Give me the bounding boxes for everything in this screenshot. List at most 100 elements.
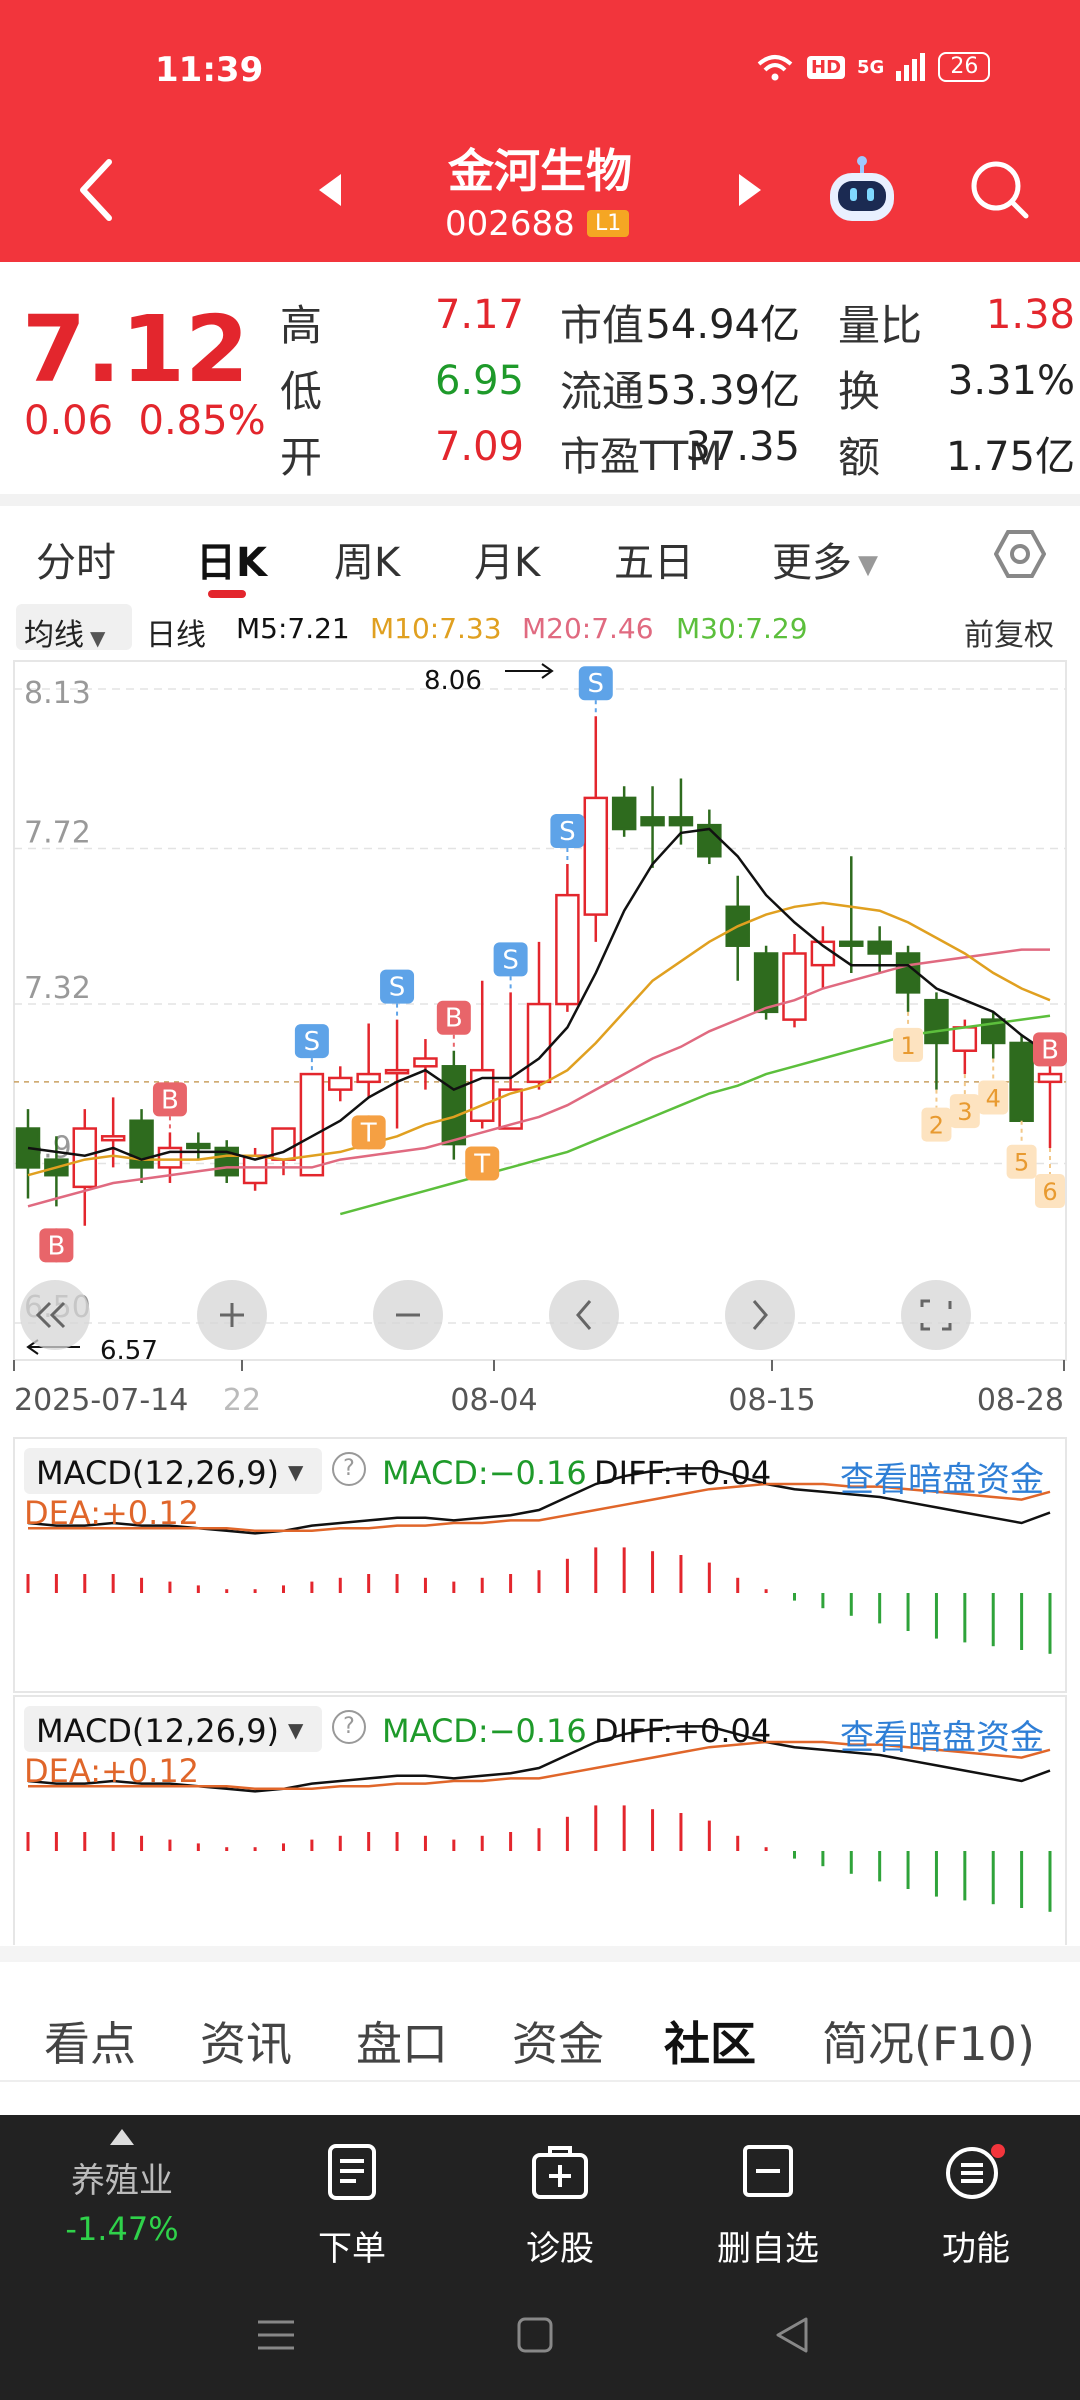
- signal-marker-b: B: [39, 1228, 74, 1263]
- tab-kandian[interactable]: 看点: [44, 2008, 136, 2074]
- tab-more-label: 更多: [772, 540, 852, 586]
- candle-body: [952, 1026, 978, 1052]
- candle-body: [555, 893, 580, 1006]
- quote-label: 换: [838, 367, 881, 416]
- quote-value: 1.75亿: [945, 434, 1075, 480]
- diagnose-kit-icon: [532, 2146, 588, 2199]
- zoom-out-button[interactable]: [373, 1280, 443, 1350]
- wifi-icon: [757, 55, 793, 81]
- search-icon: [971, 161, 1029, 219]
- control-circle: [901, 1280, 971, 1350]
- macd-title: MACD(12,26,9): [36, 1712, 280, 1750]
- marker-label: B: [47, 1231, 65, 1261]
- candle-body: [611, 796, 637, 831]
- ma-select[interactable]: 均线 ▼: [16, 604, 132, 653]
- candle-body: [583, 796, 609, 916]
- tab-f10[interactable]: 简况(F10): [822, 2008, 1035, 2074]
- app-header: 11:39 HD 5G 26 金河生物 002688 L1: [0, 0, 1080, 262]
- y-tick-label: 7.72: [24, 815, 91, 850]
- tab-zixun[interactable]: 资讯: [200, 2008, 292, 2074]
- dark-pool-link[interactable]: 查看暗盘资金: [840, 1452, 1044, 1501]
- y-tick-label: 7.32: [24, 971, 91, 1006]
- order-button[interactable]: 下单: [252, 2141, 452, 2270]
- robot-icon: [830, 156, 894, 221]
- hexagon-settings-icon: [994, 530, 1046, 578]
- marker-label: B: [445, 1004, 463, 1034]
- tab-fenshi[interactable]: 分时: [36, 530, 116, 588]
- sector-indicator[interactable]: 养殖业 -1.47%: [22, 2115, 222, 2248]
- current-price: 7.12: [22, 296, 249, 403]
- candle-body: [100, 1135, 126, 1142]
- status-time: 11:39: [155, 50, 264, 90]
- help-icon[interactable]: ?: [332, 1710, 366, 1744]
- dark-pool-link[interactable]: 查看暗盘资金: [840, 1710, 1044, 1759]
- signal-marker-s: S: [550, 814, 585, 865]
- signal-marker-s: S: [578, 666, 613, 717]
- info-tabs: 看点 资讯 盘口 资金 社区 简况(F10): [0, 1946, 1080, 2092]
- control-circle: [549, 1280, 619, 1350]
- step-left-button[interactable]: [549, 1280, 619, 1350]
- signal-label: 5G: [857, 56, 885, 78]
- remove-watchlist-button[interactable]: 删自选: [668, 2141, 868, 2270]
- change-percent: 0.85%: [138, 398, 266, 444]
- caret-down-icon: ▼: [288, 1718, 304, 1742]
- tab-more[interactable]: 更多 ▼: [772, 530, 878, 588]
- signal-icon: [896, 53, 926, 81]
- signal-marker-b: B: [1033, 1032, 1067, 1067]
- tab-zijin[interactable]: 资金: [512, 2008, 604, 2074]
- ma30-value: M30:7.29: [676, 612, 808, 645]
- order-label: 下单: [318, 2229, 386, 2269]
- search-button[interactable]: [960, 150, 1040, 230]
- ma-select-label: 均线: [24, 618, 84, 653]
- next-stock-button[interactable]: [730, 165, 770, 215]
- candle-body: [413, 1057, 438, 1068]
- hamburger-icon: [258, 2320, 294, 2350]
- step-right-button[interactable]: [725, 1280, 795, 1350]
- candle-body: [640, 816, 665, 827]
- zoom-in-button[interactable]: [197, 1280, 267, 1350]
- candle-body: [328, 1076, 353, 1091]
- quote-value: 6.95: [434, 358, 524, 404]
- tab-five-day[interactable]: 五日: [614, 530, 694, 588]
- tab-shequ[interactable]: 社区: [664, 2008, 756, 2074]
- x-tick-label: 22: [223, 1383, 261, 1418]
- signal-marker-b: B: [152, 1082, 187, 1133]
- adjust-mode[interactable]: 前复权: [964, 610, 1054, 654]
- system-home-button[interactable]: [505, 2305, 565, 2365]
- marker-label: S: [588, 669, 605, 699]
- triangle-up-icon: [110, 2129, 134, 2145]
- tab-month-k[interactable]: 月K: [474, 530, 540, 588]
- quote-value: 7.17: [434, 292, 524, 338]
- marker-label: T: [360, 1118, 377, 1148]
- control-circle: [725, 1280, 795, 1350]
- tab-week-k[interactable]: 周K: [334, 530, 400, 588]
- scroll-left-fast-button[interactable]: [20, 1280, 90, 1350]
- number-label: 3: [957, 1098, 972, 1126]
- quote-value: 37.35: [685, 424, 800, 470]
- macd-title: MACD(12,26,9): [36, 1454, 280, 1492]
- chart-settings-button[interactable]: [990, 524, 1050, 584]
- candle-body: [384, 1068, 410, 1075]
- high-label: 8.06: [424, 666, 482, 696]
- system-menu-button[interactable]: [246, 2305, 306, 2365]
- robot-assistant-button[interactable]: [822, 150, 902, 230]
- divider: [0, 2080, 1080, 2115]
- candle-body: [782, 952, 807, 1021]
- diff-value: DIFF:+0.04: [594, 1712, 772, 1750]
- sector-change: -1.47%: [65, 2210, 179, 2248]
- help-icon[interactable]: ?: [332, 1452, 366, 1486]
- caret-down-icon: ▼: [858, 550, 878, 580]
- diagnose-button[interactable]: 诊股: [460, 2141, 660, 2270]
- tab-pankou[interactable]: 盘口: [356, 2008, 448, 2074]
- square-home-icon: [517, 2317, 553, 2353]
- candle-body: [668, 816, 694, 827]
- quote-label: 高: [280, 301, 323, 350]
- quote-value: 3.31%: [947, 358, 1075, 404]
- tab-day-k[interactable]: 日K: [196, 530, 267, 588]
- function-button[interactable]: 功能: [876, 2141, 1076, 2270]
- system-back-button[interactable]: [762, 2305, 822, 2365]
- fullscreen-button[interactable]: [901, 1280, 971, 1350]
- y-tick-label: 8.13: [24, 676, 91, 711]
- sector-name: 养殖业: [71, 2161, 173, 2201]
- caret-down-icon: ▼: [288, 1460, 304, 1484]
